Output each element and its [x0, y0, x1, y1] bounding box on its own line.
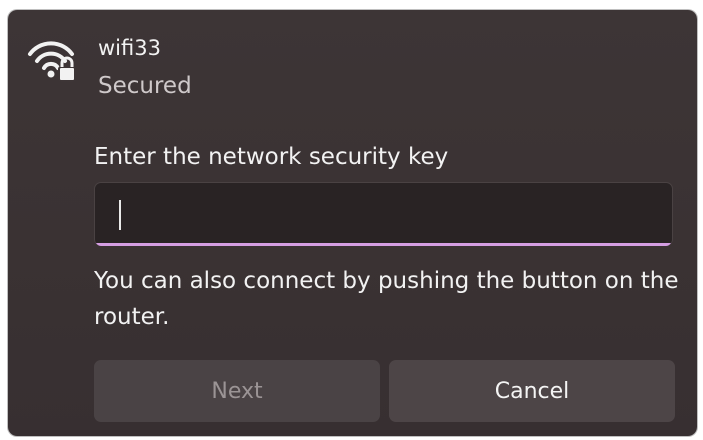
- network-security-status: Secured: [98, 73, 192, 99]
- cancel-button[interactable]: Cancel: [389, 360, 675, 422]
- security-key-input[interactable]: [95, 183, 672, 244]
- wifi-secured-icon: [22, 34, 80, 86]
- wifi-connect-panel: wifi33 Secured Enter the network securit…: [8, 10, 697, 436]
- text-caret: [119, 200, 121, 230]
- router-button-hint: You can also connect by pushing the butt…: [94, 268, 679, 330]
- network-name: wifi33: [98, 36, 161, 60]
- security-key-field[interactable]: [94, 182, 673, 246]
- security-key-label: Enter the network security key: [94, 144, 449, 170]
- next-button[interactable]: Next: [94, 360, 380, 422]
